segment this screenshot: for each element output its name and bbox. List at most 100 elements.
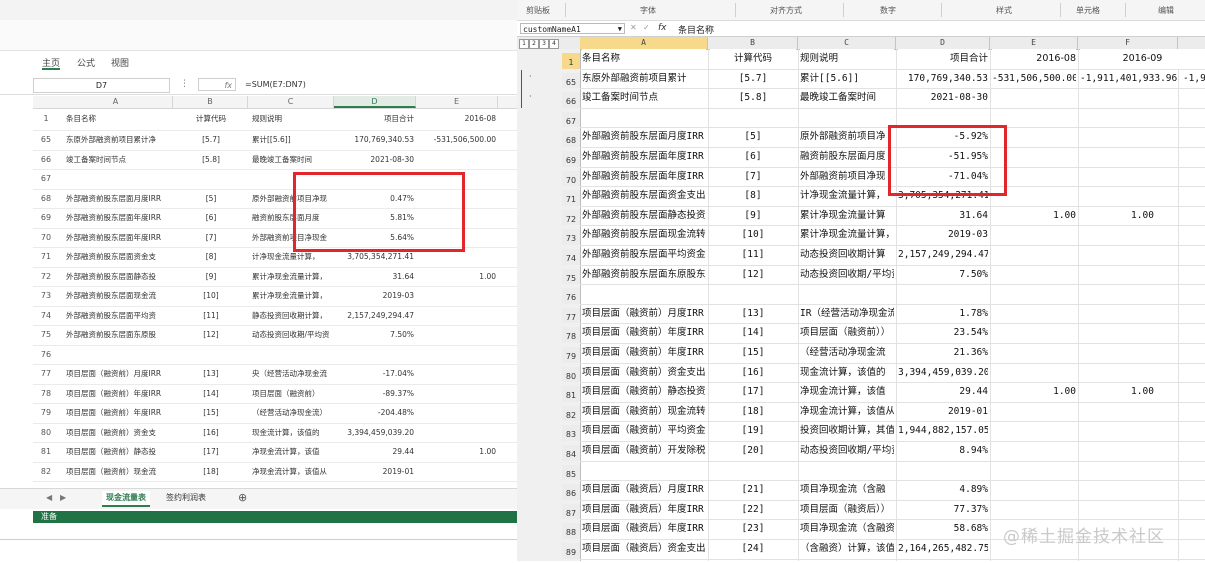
- cell-f[interactable]: -1,911,401,933.96 -1,9: [1080, 69, 1205, 89]
- cell-a[interactable]: 项目层面（融资前）年度IRR: [582, 343, 706, 363]
- cell-f[interactable]: [1080, 461, 1205, 481]
- cell-d[interactable]: 2019-03: [336, 286, 414, 306]
- tab-formulas[interactable]: 公式: [77, 56, 95, 69]
- row-number[interactable]: 68: [33, 189, 59, 209]
- cell-c[interactable]: 累计净现金流量计算，: [252, 267, 332, 287]
- cell-d[interactable]: [898, 461, 988, 481]
- cell-d[interactable]: -204.48%: [336, 403, 414, 423]
- ribbon-group-alignment[interactable]: 对齐方式: [770, 5, 802, 16]
- cell-a[interactable]: 项目层面（融资前）资金支出: [582, 363, 706, 383]
- row-number[interactable]: 67: [562, 111, 580, 128]
- cell-a[interactable]: 外部融资前股东层面月度IRR: [66, 189, 170, 209]
- cell-c[interactable]: 静态投资回收期计算，: [252, 306, 332, 326]
- row-number[interactable]: 65: [562, 72, 580, 89]
- cell-c[interactable]: 动态投资回收期/平均资: [800, 265, 894, 285]
- sheet-scroll-prev-icon[interactable]: ◀: [46, 493, 52, 502]
- row-number[interactable]: 87: [562, 503, 580, 520]
- row-number[interactable]: 89: [562, 543, 580, 559]
- row-number[interactable]: 75: [562, 268, 580, 285]
- right-formula-input[interactable]: 条目名称: [678, 23, 714, 36]
- left-name-box[interactable]: D7: [33, 78, 170, 93]
- ribbon-group-font[interactable]: 字体: [640, 5, 656, 16]
- left-col-header-d[interactable]: D: [334, 96, 416, 108]
- cell-f[interactable]: [1080, 441, 1205, 461]
- cell-d[interactable]: 1,944,882,157.05: [898, 421, 988, 441]
- ribbon-group-number[interactable]: 数字: [880, 5, 896, 16]
- cell-b[interactable]: [13]: [176, 364, 246, 384]
- row-number[interactable]: 68: [562, 131, 580, 147]
- cell-a[interactable]: 项目层面（融资后）资金支出: [582, 539, 706, 559]
- cell-e[interactable]: [992, 363, 1076, 383]
- cell-e[interactable]: [992, 88, 1076, 108]
- right-col-header-e[interactable]: E: [990, 37, 1078, 49]
- cell-c[interactable]: 项目净现金流（含融: [800, 480, 894, 500]
- cell-b[interactable]: [11]: [176, 306, 246, 326]
- cell-a[interactable]: 外部融资前股东层面东原股: [66, 325, 170, 345]
- cell-e[interactable]: 1.00: [418, 442, 496, 462]
- row-number[interactable]: 76: [562, 288, 580, 304]
- cell-d[interactable]: 项目合计: [336, 108, 414, 130]
- cell-b[interactable]: [21]: [710, 480, 796, 500]
- cell-f[interactable]: [1080, 147, 1205, 167]
- cell-d[interactable]: [898, 284, 988, 304]
- cancel-icon[interactable]: ✕: [630, 23, 637, 32]
- cell-d[interactable]: -89.37%: [336, 384, 414, 404]
- left-col-header-a[interactable]: A: [59, 96, 173, 108]
- cell-b[interactable]: [12]: [710, 265, 796, 285]
- cell-b[interactable]: [14]: [710, 323, 796, 343]
- cell-e[interactable]: [418, 403, 496, 423]
- cell-f[interactable]: [1080, 500, 1205, 520]
- cell-d[interactable]: -17.04%: [336, 364, 414, 384]
- row-number[interactable]: 86: [562, 484, 580, 500]
- cell-a[interactable]: 项目层面（融资前）资金支: [66, 423, 170, 443]
- cell-e[interactable]: [992, 225, 1076, 245]
- cell-e[interactable]: -531,506,500.00: [992, 69, 1076, 89]
- left-col-header-e[interactable]: E: [416, 96, 498, 108]
- cell-c[interactable]: [800, 108, 894, 128]
- cell-b[interactable]: [13]: [710, 304, 796, 324]
- cell-f[interactable]: [1080, 402, 1205, 422]
- row-number[interactable]: 69: [562, 151, 580, 167]
- row-number[interactable]: 72: [562, 209, 580, 226]
- cell-e[interactable]: 1.00: [992, 382, 1076, 402]
- cell-b[interactable]: [22]: [710, 500, 796, 520]
- right-col-header-c[interactable]: C: [798, 37, 896, 49]
- tab-view[interactable]: 视图: [111, 56, 129, 69]
- cell-b[interactable]: 计算代码: [176, 108, 246, 130]
- cell-b[interactable]: [9]: [710, 206, 796, 226]
- cell-c[interactable]: 动态投资回收期计算: [800, 245, 894, 265]
- cell-b[interactable]: [7]: [176, 228, 246, 248]
- cell-d[interactable]: 77.37%: [898, 500, 988, 520]
- cell-d[interactable]: 7.50%: [898, 265, 988, 285]
- cell-e[interactable]: 1.00: [418, 267, 496, 287]
- cell-c[interactable]: 项目层面（融资前））: [800, 323, 894, 343]
- cell-a[interactable]: 外部融资前股东层面年度IRR: [582, 147, 706, 167]
- right-name-box[interactable]: customNameA1 ▼: [520, 23, 625, 34]
- left-col-header-b[interactable]: B: [173, 96, 248, 108]
- cell-b[interactable]: [18]: [710, 402, 796, 422]
- cell-c[interactable]: [800, 461, 894, 481]
- row-number[interactable]: 76: [33, 345, 59, 365]
- cell-e[interactable]: [992, 461, 1076, 481]
- outline-dot[interactable]: ·: [529, 92, 532, 101]
- cell-a[interactable]: 项目层面（融资前）月度IRR: [66, 364, 170, 384]
- row-number[interactable]: 1: [33, 108, 59, 130]
- cell-d[interactable]: 170,769,340.53: [898, 69, 988, 89]
- cell-a[interactable]: 外部融资前股东层面现金流: [66, 286, 170, 306]
- cell-b[interactable]: [18]: [176, 462, 246, 482]
- cell-c[interactable]: 累计[[5.6]]: [252, 130, 332, 150]
- row-number[interactable]: 88: [562, 523, 580, 539]
- row-number[interactable]: 77: [562, 307, 580, 324]
- cell-c[interactable]: 净现金流计算，该值从: [800, 402, 894, 422]
- cell-f[interactable]: [1080, 284, 1205, 304]
- cell-e[interactable]: [992, 323, 1076, 343]
- row-number[interactable]: 80: [33, 423, 59, 443]
- cell-a[interactable]: 外部融资前股东层面年度IRR: [66, 228, 170, 248]
- cell-a[interactable]: [582, 108, 706, 128]
- cell-b[interactable]: [7]: [710, 167, 796, 187]
- cell-b[interactable]: [9]: [176, 267, 246, 287]
- cell-c[interactable]: 净现金流计算，该值: [800, 382, 894, 402]
- cell-c[interactable]: 央（经营活动净现金流: [252, 364, 332, 384]
- cell-a[interactable]: 项目层面（融资前）月度IRR: [582, 304, 706, 324]
- cell-b[interactable]: [8]: [176, 247, 246, 267]
